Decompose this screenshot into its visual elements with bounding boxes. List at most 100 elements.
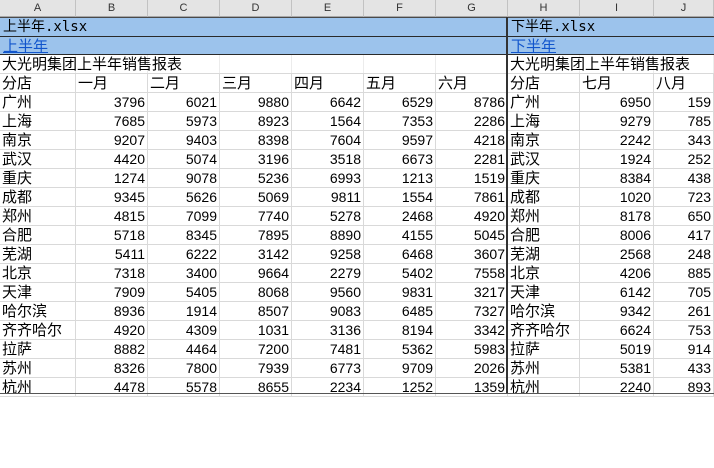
- value-cell[interactable]: 9342: [580, 302, 654, 321]
- left-pane-sheet-band[interactable]: 上半年: [0, 36, 506, 55]
- value-cell[interactable]: 2234: [292, 378, 364, 397]
- value-cell[interactable]: 7481: [292, 340, 364, 359]
- value-cell[interactable]: 343: [654, 131, 714, 150]
- value-cell[interactable]: 438: [654, 169, 714, 188]
- branch-cell[interactable]: 合肥: [508, 226, 580, 245]
- value-cell[interactable]: 2286: [436, 112, 508, 131]
- value-cell[interactable]: 2281: [436, 150, 508, 169]
- value-cell[interactable]: 3796: [76, 93, 148, 112]
- value-cell[interactable]: 1359: [436, 378, 508, 397]
- value-cell[interactable]: 7939: [220, 359, 292, 378]
- branch-cell[interactable]: 哈尔滨: [0, 302, 76, 321]
- value-cell[interactable]: 3136: [292, 321, 364, 340]
- value-cell[interactable]: 5278: [292, 207, 364, 226]
- branch-cell[interactable]: 上海: [508, 112, 580, 131]
- value-cell[interactable]: 4478: [76, 378, 148, 397]
- branch-cell[interactable]: 北京: [508, 264, 580, 283]
- right-pane-file-band[interactable]: 下半年.xlsx: [508, 17, 714, 36]
- value-cell[interactable]: 261: [654, 302, 714, 321]
- value-cell[interactable]: 6468: [364, 245, 436, 264]
- value-cell[interactable]: 1031: [220, 321, 292, 340]
- value-cell[interactable]: 3518: [292, 150, 364, 169]
- column-header-g[interactable]: G: [436, 0, 508, 17]
- value-cell[interactable]: 753: [654, 321, 714, 340]
- value-cell[interactable]: 4920: [436, 207, 508, 226]
- value-cell[interactable]: 5069: [220, 188, 292, 207]
- branch-cell[interactable]: 苏州: [508, 359, 580, 378]
- branch-cell[interactable]: 齐齐哈尔: [0, 321, 76, 340]
- column-header-j[interactable]: J: [654, 0, 714, 17]
- value-cell[interactable]: 1564: [292, 112, 364, 131]
- value-cell[interactable]: 7895: [220, 226, 292, 245]
- branch-cell[interactable]: 杭州: [508, 378, 580, 397]
- value-cell[interactable]: 5045: [436, 226, 508, 245]
- value-cell[interactable]: 8398: [220, 131, 292, 150]
- branch-cell[interactable]: 武汉: [0, 150, 76, 169]
- branch-cell[interactable]: 天津: [0, 283, 76, 302]
- value-cell[interactable]: 7353: [364, 112, 436, 131]
- value-cell[interactable]: 5236: [220, 169, 292, 188]
- value-cell[interactable]: 7604: [292, 131, 364, 150]
- value-cell[interactable]: 6222: [148, 245, 220, 264]
- column-header-d[interactable]: D: [220, 0, 292, 17]
- value-cell[interactable]: 4464: [148, 340, 220, 359]
- value-cell[interactable]: 159: [654, 93, 714, 112]
- branch-cell[interactable]: 合肥: [0, 226, 76, 245]
- value-cell[interactable]: 2242: [580, 131, 654, 150]
- branch-cell[interactable]: 北京: [0, 264, 76, 283]
- value-cell[interactable]: 7800: [148, 359, 220, 378]
- value-cell[interactable]: 6485: [364, 302, 436, 321]
- value-cell[interactable]: 4155: [364, 226, 436, 245]
- value-cell[interactable]: 1924: [580, 150, 654, 169]
- branch-cell[interactable]: 拉萨: [0, 340, 76, 359]
- value-cell[interactable]: 9078: [148, 169, 220, 188]
- branch-cell[interactable]: 南京: [0, 131, 76, 150]
- column-header-c[interactable]: C: [148, 0, 220, 17]
- spreadsheet-grid[interactable]: A B C D E F G H I J 上半年.xlsx 上半年 大光明集团上半年销售报表 分店 一月 二月三…: [0, 0, 714, 468]
- branch-cell[interactable]: 哈尔滨: [508, 302, 580, 321]
- value-cell[interactable]: 5718: [76, 226, 148, 245]
- value-cell[interactable]: 4218: [436, 131, 508, 150]
- value-cell[interactable]: 5402: [364, 264, 436, 283]
- value-cell[interactable]: 7327: [436, 302, 508, 321]
- sheet-link[interactable]: 下半年: [511, 37, 556, 55]
- value-cell[interactable]: 1213: [364, 169, 436, 188]
- value-cell[interactable]: 5578: [148, 378, 220, 397]
- value-cell[interactable]: 6773: [292, 359, 364, 378]
- value-cell[interactable]: 1274: [76, 169, 148, 188]
- value-cell[interactable]: 6021: [148, 93, 220, 112]
- value-cell[interactable]: 7909: [76, 283, 148, 302]
- value-cell[interactable]: 9664: [220, 264, 292, 283]
- branch-cell[interactable]: 郑州: [0, 207, 76, 226]
- value-cell[interactable]: 5983: [436, 340, 508, 359]
- value-cell[interactable]: 433: [654, 359, 714, 378]
- value-cell[interactable]: 723: [654, 188, 714, 207]
- value-cell[interactable]: 2026: [436, 359, 508, 378]
- value-cell[interactable]: 893: [654, 378, 714, 397]
- value-cell[interactable]: 2279: [292, 264, 364, 283]
- branch-cell[interactable]: 芜湖: [508, 245, 580, 264]
- branch-cell[interactable]: 南京: [508, 131, 580, 150]
- value-cell[interactable]: 8655: [220, 378, 292, 397]
- value-cell[interactable]: 9207: [76, 131, 148, 150]
- value-cell[interactable]: 7558: [436, 264, 508, 283]
- value-cell[interactable]: 8326: [76, 359, 148, 378]
- column-header-i[interactable]: I: [580, 0, 654, 17]
- value-cell[interactable]: 8345: [148, 226, 220, 245]
- value-cell[interactable]: 9831: [364, 283, 436, 302]
- branch-cell[interactable]: 重庆: [508, 169, 580, 188]
- value-cell[interactable]: 6624: [580, 321, 654, 340]
- value-cell[interactable]: 2468: [364, 207, 436, 226]
- value-cell[interactable]: 1020: [580, 188, 654, 207]
- value-cell[interactable]: 5074: [148, 150, 220, 169]
- branch-cell[interactable]: 苏州: [0, 359, 76, 378]
- right-pane-sheet-band[interactable]: 下半年: [508, 36, 714, 55]
- value-cell[interactable]: 248: [654, 245, 714, 264]
- value-cell[interactable]: 4309: [148, 321, 220, 340]
- value-cell[interactable]: 6642: [292, 93, 364, 112]
- sheet-link[interactable]: 上半年: [3, 37, 48, 55]
- value-cell[interactable]: 9560: [292, 283, 364, 302]
- value-cell[interactable]: 417: [654, 226, 714, 245]
- branch-cell[interactable]: 武汉: [508, 150, 580, 169]
- value-cell[interactable]: 8923: [220, 112, 292, 131]
